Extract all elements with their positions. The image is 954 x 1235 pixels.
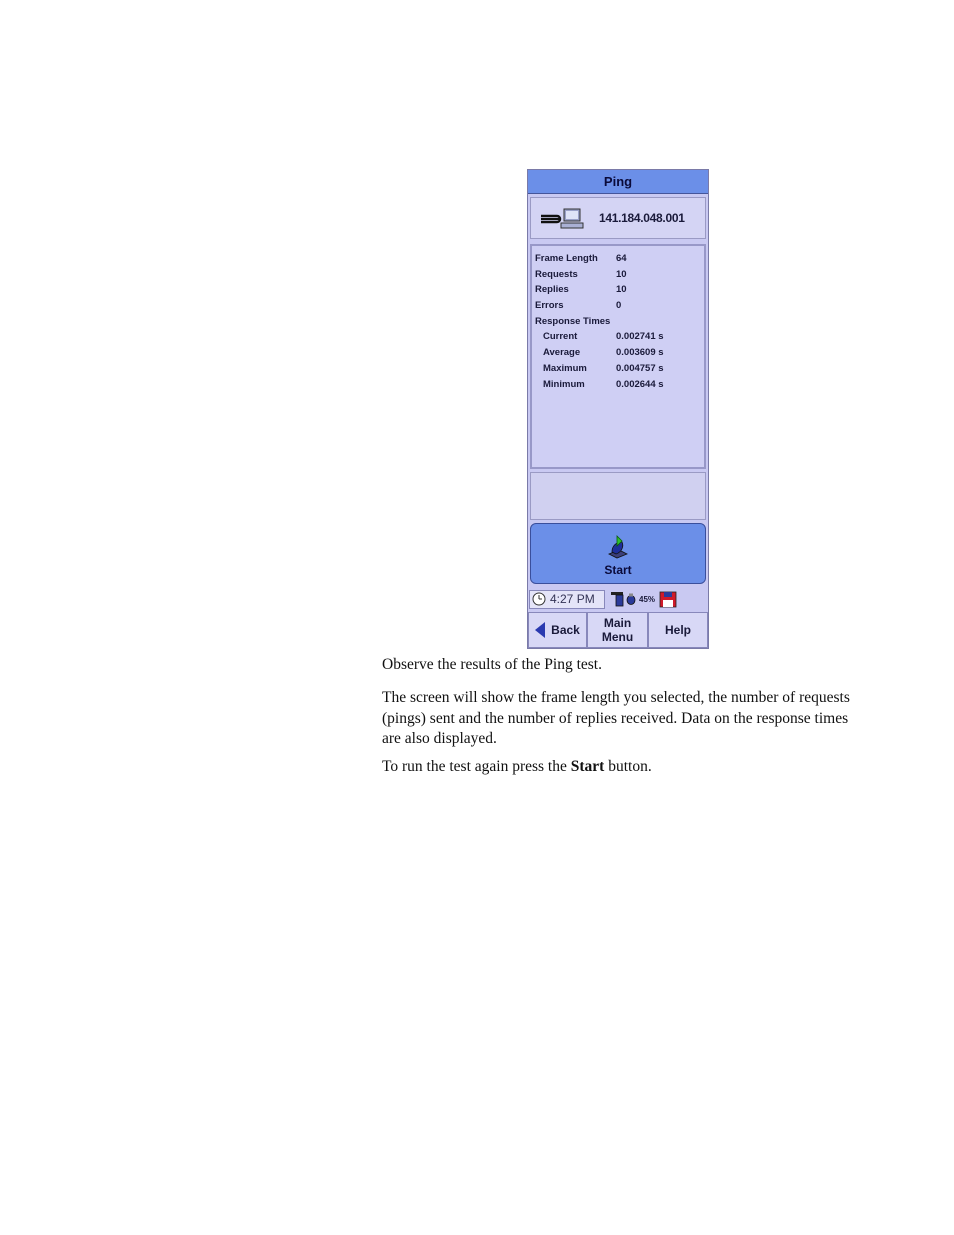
- device-screen: Ping 141.184.048.001 Frame Length 64 Reque…: [527, 169, 709, 649]
- result-row: Requests 10: [532, 267, 704, 283]
- result-value: 10: [616, 268, 627, 280]
- result-row: Maximum 0.004757 s: [532, 361, 704, 377]
- back-button-label: Back: [551, 623, 580, 637]
- ping-results-panel: Frame Length 64 Requests 10 Replies 10 Errors 0…: [530, 244, 706, 469]
- result-label: Maximum: [543, 362, 587, 374]
- result-label: Response Times: [535, 315, 611, 327]
- result-label: Frame Length: [535, 253, 598, 264]
- back-button[interactable]: Back: [528, 612, 587, 648]
- result-label: Errors: [535, 300, 564, 312]
- result-label: Current: [543, 331, 578, 343]
- battery-percent: 45%: [639, 594, 656, 604]
- save-disk-icon: [659, 591, 677, 608]
- run-again-text-end: button.: [604, 758, 652, 775]
- target-address: 141.184.048.001: [599, 211, 685, 225]
- result-value: 10: [616, 284, 627, 296]
- start-emphasis: Start: [570, 758, 605, 775]
- battery-icon: [611, 592, 624, 607]
- message-panel: [530, 472, 706, 520]
- status-time: 4:27 PM: [550, 592, 595, 606]
- power-plug-icon: [626, 593, 636, 605]
- result-value: 64: [616, 253, 627, 264]
- instruction-observe: Observe the results of the Ping test.: [382, 656, 602, 673]
- run-again-text: To run the test again press the: [382, 758, 571, 775]
- result-label: Replies: [535, 284, 569, 296]
- result-value: [616, 314, 704, 330]
- clock[interactable]: 4:27 PM: [529, 589, 605, 609]
- status-bar: 4:27 PM 45%: [528, 588, 708, 610]
- result-row: Current 0.002741 s: [532, 329, 704, 345]
- back-arrow-icon: [535, 622, 546, 638]
- nav-bar: Back Main Menu Help: [528, 612, 708, 648]
- main-menu-button[interactable]: Main Menu: [587, 612, 648, 648]
- start-run-icon: [608, 535, 628, 559]
- result-value: 0: [616, 300, 622, 312]
- start-button-label: Start: [604, 563, 632, 577]
- result-label: Average: [543, 347, 581, 359]
- instruction-description: The screen will show the frame length yo…: [382, 689, 850, 747]
- result-value: 0.002741 s: [616, 331, 664, 343]
- target-address-panel[interactable]: 141.184.048.001: [530, 197, 706, 239]
- result-label: Minimum: [543, 378, 585, 390]
- screen-title: Ping: [528, 170, 708, 194]
- result-row: Frame Length 64: [532, 251, 704, 267]
- result-value: 0.002644 s: [616, 378, 664, 390]
- result-label: Requests: [535, 268, 578, 280]
- result-value: 0.003609 s: [616, 347, 664, 359]
- instruction-run-again: To run the test again press the Start bu…: [382, 757, 852, 778]
- start-button[interactable]: Start: [530, 523, 706, 584]
- network-computer-icon: [541, 208, 584, 229]
- result-row: Minimum 0.002644 s: [532, 377, 704, 393]
- help-button[interactable]: Help: [648, 612, 708, 648]
- result-value: 0.004757 s: [616, 362, 664, 374]
- result-row: Replies 10: [532, 282, 704, 298]
- clock-icon: [532, 592, 546, 606]
- result-row: Response Times: [532, 314, 704, 330]
- result-row: Average 0.003609 s: [532, 345, 704, 361]
- result-row: Errors 0: [532, 298, 704, 314]
